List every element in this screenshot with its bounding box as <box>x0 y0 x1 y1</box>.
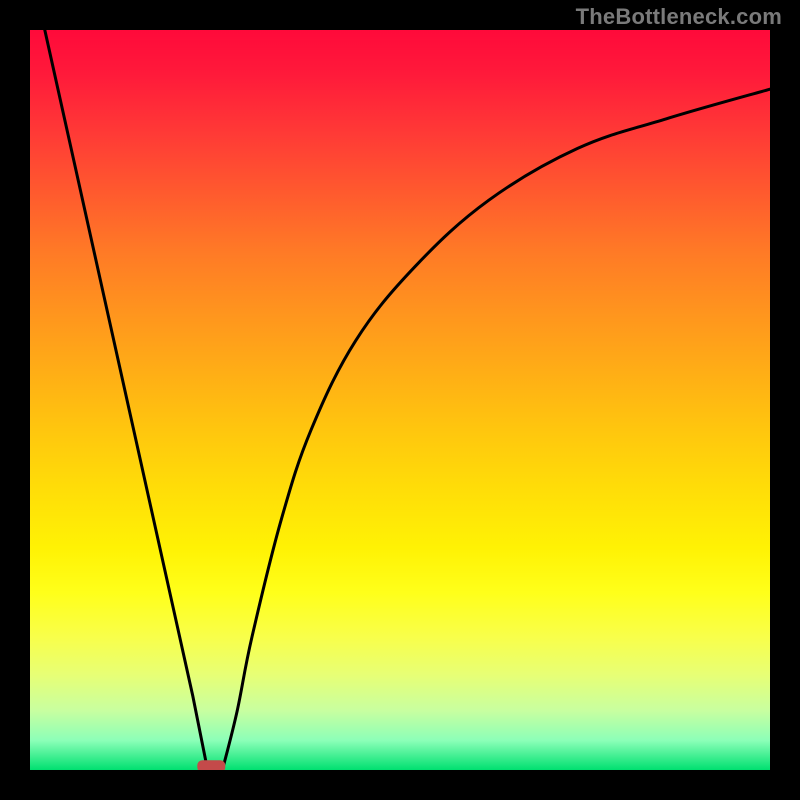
chart-svg <box>30 30 770 770</box>
plot-area <box>30 30 770 770</box>
chart-frame: TheBottleneck.com <box>0 0 800 800</box>
vertex-marker <box>197 760 225 770</box>
curve-right-branch <box>222 89 770 770</box>
curve-left-branch <box>45 30 208 770</box>
watermark-text: TheBottleneck.com <box>576 4 782 30</box>
